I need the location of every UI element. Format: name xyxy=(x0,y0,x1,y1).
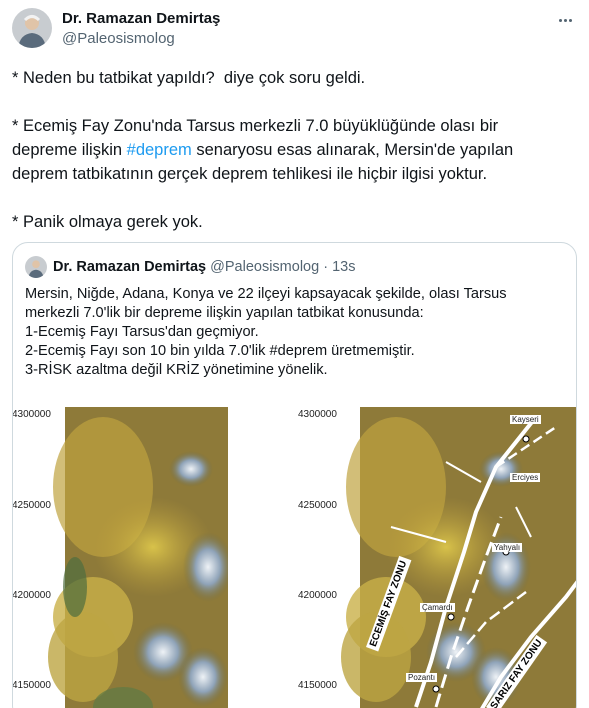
quoted-author-handle[interactable]: @Paleosismolog xyxy=(210,259,319,275)
y-tick-label: 4150000 xyxy=(298,680,337,691)
more-dots-icon xyxy=(558,18,562,22)
quoted-timestamp[interactable]: 13s xyxy=(332,259,355,275)
y-tick-label: 4200000 xyxy=(298,590,337,601)
y-tick-label: 4300000 xyxy=(298,409,337,420)
quoted-line: 1-Ecemiş Fayı Tarsus'dan geçmiyor. xyxy=(25,324,259,340)
y-tick-label: 4250000 xyxy=(298,500,337,511)
tweet-line: * Panik olmaya gerek yok. xyxy=(12,213,203,231)
map-image-left[interactable]: 4300000 4250000 4200000 4150000 xyxy=(13,407,228,708)
quoted-line: 2-Ecemiş Fayı son 10 bin yılda 7.0'lik #… xyxy=(25,343,415,359)
quoted-tweet[interactable]: Dr. Ramazan Demirtaş @Paleosismolog · 13… xyxy=(12,242,577,708)
y-tick-label: 4250000 xyxy=(12,500,51,511)
place-label-kayseri: Kayseri xyxy=(510,415,541,424)
map-left-svg xyxy=(48,407,228,708)
quoted-avatar[interactable] xyxy=(25,256,47,278)
author-avatar[interactable] xyxy=(12,8,52,48)
y-tick-label: 4300000 xyxy=(12,409,51,420)
tweet-line: * Ecemiş Fay Zonu'nda Tarsus merkezli 7.… xyxy=(12,117,499,135)
tweet-line: deprem tatbikatının gerçek deprem tehlik… xyxy=(12,165,488,183)
author-name[interactable]: Dr. Ramazan Demirtaş xyxy=(62,10,220,27)
author-handle[interactable]: @Paleosismolog xyxy=(62,30,175,47)
y-tick-label: 4150000 xyxy=(12,680,51,691)
quoted-line: Mersin, Niğde, Adana, Konya ve 22 ilçeyi… xyxy=(25,286,507,302)
tweet-line: depreme ilişkin #deprem senaryosu esas a… xyxy=(12,141,514,159)
quoted-author-name[interactable]: Dr. Ramazan Demirtaş xyxy=(53,259,206,275)
more-options-button[interactable] xyxy=(555,10,575,30)
quoted-text: Mersin, Niğde, Adana, Konya ve 22 ilçeyi… xyxy=(25,285,570,380)
hashtag-link[interactable]: #deprem xyxy=(127,141,192,159)
tweet-line: * Neden bu tatbikat yapıldı? diye çok so… xyxy=(12,69,366,87)
y-tick-label: 4200000 xyxy=(12,590,51,601)
place-label-pozanti: Pozantı xyxy=(406,673,438,682)
place-label-erciyes: Erciyes xyxy=(510,473,541,482)
quoted-line: 3-RİSK azaltma değil KRİZ yönetimine yön… xyxy=(25,362,328,378)
map-image-right[interactable]: 4300000 4250000 4200000 4150000 Kayseri … xyxy=(296,407,576,708)
map-right-svg xyxy=(341,407,576,708)
place-label-yahyali: Yahyalı xyxy=(492,543,523,552)
quoted-header: Dr. Ramazan Demirtaş @Paleosismolog · 13… xyxy=(53,259,356,275)
tweet-text: * Neden bu tatbikat yapıldı? diye çok so… xyxy=(12,66,572,234)
place-label-camardi: Çamardı xyxy=(420,603,455,612)
quoted-line: merkezli 7.0'lik bir depreme ilişkin yap… xyxy=(25,305,424,321)
